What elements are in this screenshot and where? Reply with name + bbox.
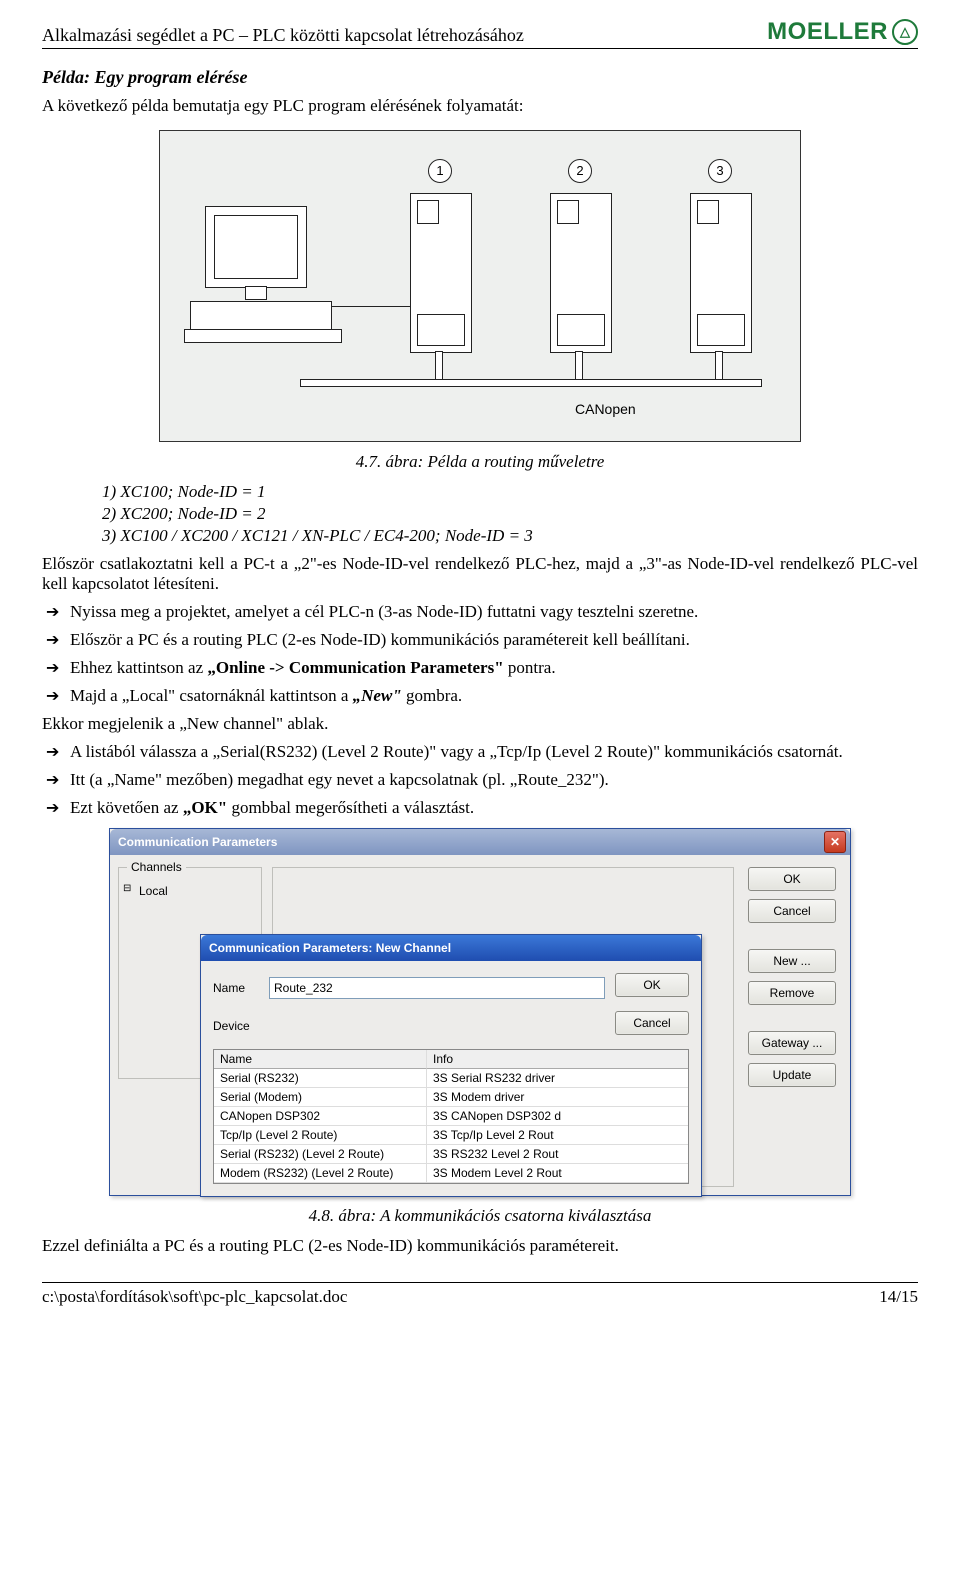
device-label: Device xyxy=(213,1019,259,1033)
step-3: Ehhez kattintson az „Online -> Communica… xyxy=(42,658,918,678)
step-1: Nyissa meg a projektet, amelyet a cél PL… xyxy=(42,602,918,622)
col-info-header: Info xyxy=(427,1050,688,1069)
outer-titlebar: Communication Parameters ✕ xyxy=(110,829,850,855)
communication-parameters-window: Communication Parameters ✕ Channels Loca… xyxy=(109,828,851,1196)
device-info-cell: 3S Serial RS232 driver xyxy=(427,1069,688,1088)
new-button[interactable]: New ... xyxy=(748,949,836,973)
step-2-text: Először a PC és a routing PLC (2-es Node… xyxy=(70,630,690,649)
page-header: Alkalmazási segédlet a PC – PLC közötti … xyxy=(42,18,918,49)
node-id-list: 1) XC100; Node-ID = 1 2) XC200; Node-ID … xyxy=(42,482,918,546)
figure-4-8-caption: 4.8. ábra: A kommunikációs csatorna kivá… xyxy=(42,1206,918,1226)
channels-legend: Channels xyxy=(127,860,186,874)
table-row[interactable]: Serial (RS232)3S Serial RS232 driver xyxy=(214,1069,688,1088)
moeller-logo: MOELLER △ xyxy=(767,18,918,46)
step-1-text: Nyissa meg a projektet, amelyet a cél PL… xyxy=(70,602,698,621)
ok-button[interactable]: OK xyxy=(748,867,836,891)
marker-2: 2 xyxy=(568,159,592,183)
plc-1-icon xyxy=(410,193,472,353)
device-name-cell: Modem (RS232) (Level 2 Route) xyxy=(214,1164,427,1183)
step-4-post: gombra. xyxy=(402,686,462,705)
logo-text: MOELLER xyxy=(767,18,888,46)
step-3-post: pontra. xyxy=(504,658,556,677)
update-button[interactable]: Update xyxy=(748,1063,836,1087)
device-name-cell: CANopen DSP302 xyxy=(214,1107,427,1126)
footer-path: c:\posta\fordítások\soft\pc-plc_kapcsola… xyxy=(42,1287,347,1307)
pc-cable-icon xyxy=(332,306,413,331)
table-row[interactable]: Serial (RS232) (Level 2 Route)3S RS232 L… xyxy=(214,1145,688,1164)
intro-paragraph: A következő példa bemutatja egy PLC prog… xyxy=(42,96,918,116)
name-label: Name xyxy=(213,981,259,995)
device-info-cell: 3S Tcp/Ip Level 2 Rout xyxy=(427,1126,688,1145)
connect-paragraph: Először csatlakoztatni kell a PC-t a „2"… xyxy=(42,554,918,594)
step-3-pre: Ehhez kattintson az xyxy=(70,658,207,677)
remove-button[interactable]: Remove xyxy=(748,981,836,1005)
step-7: Ezt követően az „OK" gombbal megerősíthe… xyxy=(42,798,918,818)
outer-buttons-column: OK Cancel New ... Remove Gateway ... Upd… xyxy=(748,867,842,1187)
device-info-cell: 3S CANopen DSP302 d xyxy=(427,1107,688,1126)
logo-badge-icon: △ xyxy=(892,19,918,45)
table-row[interactable]: Serial (Modem)3S Modem driver xyxy=(214,1088,688,1107)
step-6-text: Itt (a „Name" mezőben) megadhat egy neve… xyxy=(70,770,609,789)
step-2: Először a PC és a routing PLC (2-es Node… xyxy=(42,630,918,650)
inner-ok-button[interactable]: OK xyxy=(615,973,689,997)
new-channel-appears: Ekkor megjelenik a „New channel" ablak. xyxy=(42,714,918,734)
name-input[interactable] xyxy=(269,977,605,999)
device-name-cell: Serial (RS232) xyxy=(214,1069,427,1088)
figure-4-7-caption: 4.7. ábra: Példa a routing műveletre xyxy=(42,452,918,472)
device-info-cell: 3S Modem Level 2 Rout xyxy=(427,1164,688,1183)
step-4-italic: „New" xyxy=(353,686,402,705)
device-name-cell: Serial (RS232) (Level 2 Route) xyxy=(214,1145,427,1164)
device-info-cell: 3S RS232 Level 2 Rout xyxy=(427,1145,688,1164)
col-name-header: Name xyxy=(214,1050,427,1069)
step-6: Itt (a „Name" mezőben) megadhat egy neve… xyxy=(42,770,918,790)
pc-stand-icon xyxy=(245,286,267,300)
plc-2-icon xyxy=(550,193,612,353)
bus-line xyxy=(300,379,762,387)
node-line-2: 2) XC200; Node-ID = 2 xyxy=(102,504,918,524)
pc-keyboard-icon xyxy=(190,301,332,331)
cancel-button[interactable]: Cancel xyxy=(748,899,836,923)
pc-monitor-icon xyxy=(205,206,307,288)
section-title: Példa: Egy program elérése xyxy=(42,67,918,88)
tree-local-item[interactable]: Local xyxy=(125,882,255,900)
table-row[interactable]: Tcp/Ip (Level 2 Route)3S Tcp/Ip Level 2 … xyxy=(214,1126,688,1145)
device-table[interactable]: Name Info Serial (RS232)3S Serial RS232 … xyxy=(213,1049,689,1184)
outer-title: Communication Parameters xyxy=(118,835,277,849)
node-line-1: 1) XC100; Node-ID = 1 xyxy=(102,482,918,502)
inner-title: Communication Parameters: New Channel xyxy=(209,941,451,955)
header-title: Alkalmazási segédlet a PC – PLC közötti … xyxy=(42,25,524,46)
step-7-post: gombbal megerősítheti a választást. xyxy=(227,798,474,817)
pc-base-icon xyxy=(184,329,342,343)
step-4-pre: Majd a „Local" csatornáknál kattintson a xyxy=(70,686,353,705)
step-7-bold: „OK" xyxy=(183,798,227,817)
inner-cancel-button[interactable]: Cancel xyxy=(615,1011,689,1035)
plc-3-icon xyxy=(690,193,752,353)
close-icon[interactable]: ✕ xyxy=(824,831,846,853)
device-name-cell: Tcp/Ip (Level 2 Route) xyxy=(214,1126,427,1145)
step-5: A listából válassza a „Serial(RS232) (Le… xyxy=(42,742,918,762)
device-info-cell: 3S Modem driver xyxy=(427,1088,688,1107)
inner-titlebar: Communication Parameters: New Channel xyxy=(201,935,701,961)
step-5-text: A listából válassza a „Serial(RS232) (Le… xyxy=(70,742,843,761)
footer-page: 14/15 xyxy=(879,1287,918,1307)
page-footer: c:\posta\fordítások\soft\pc-plc_kapcsola… xyxy=(42,1282,918,1307)
step-7-pre: Ezt követően az xyxy=(70,798,183,817)
step-4: Majd a „Local" csatornáknál kattintson a… xyxy=(42,686,918,706)
step-3-bold: „Online -> Communication Parameters" xyxy=(207,658,503,677)
table-row[interactable]: CANopen DSP3023S CANopen DSP302 d xyxy=(214,1107,688,1126)
table-row[interactable]: Modem (RS232) (Level 2 Route)3S Modem Le… xyxy=(214,1164,688,1183)
closing-paragraph: Ezzel definiálta a PC és a routing PLC (… xyxy=(42,1236,918,1256)
new-channel-dialog: Communication Parameters: New Channel Na… xyxy=(200,934,702,1197)
bus-label: CANopen xyxy=(575,401,636,417)
marker-1: 1 xyxy=(428,159,452,183)
node-line-3: 3) XC100 / XC200 / XC121 / XN-PLC / EC4-… xyxy=(102,526,918,546)
figure-4-7: 1 2 3 CANopen xyxy=(159,130,801,442)
gateway-button[interactable]: Gateway ... xyxy=(748,1031,836,1055)
marker-3: 3 xyxy=(708,159,732,183)
device-name-cell: Serial (Modem) xyxy=(214,1088,427,1107)
